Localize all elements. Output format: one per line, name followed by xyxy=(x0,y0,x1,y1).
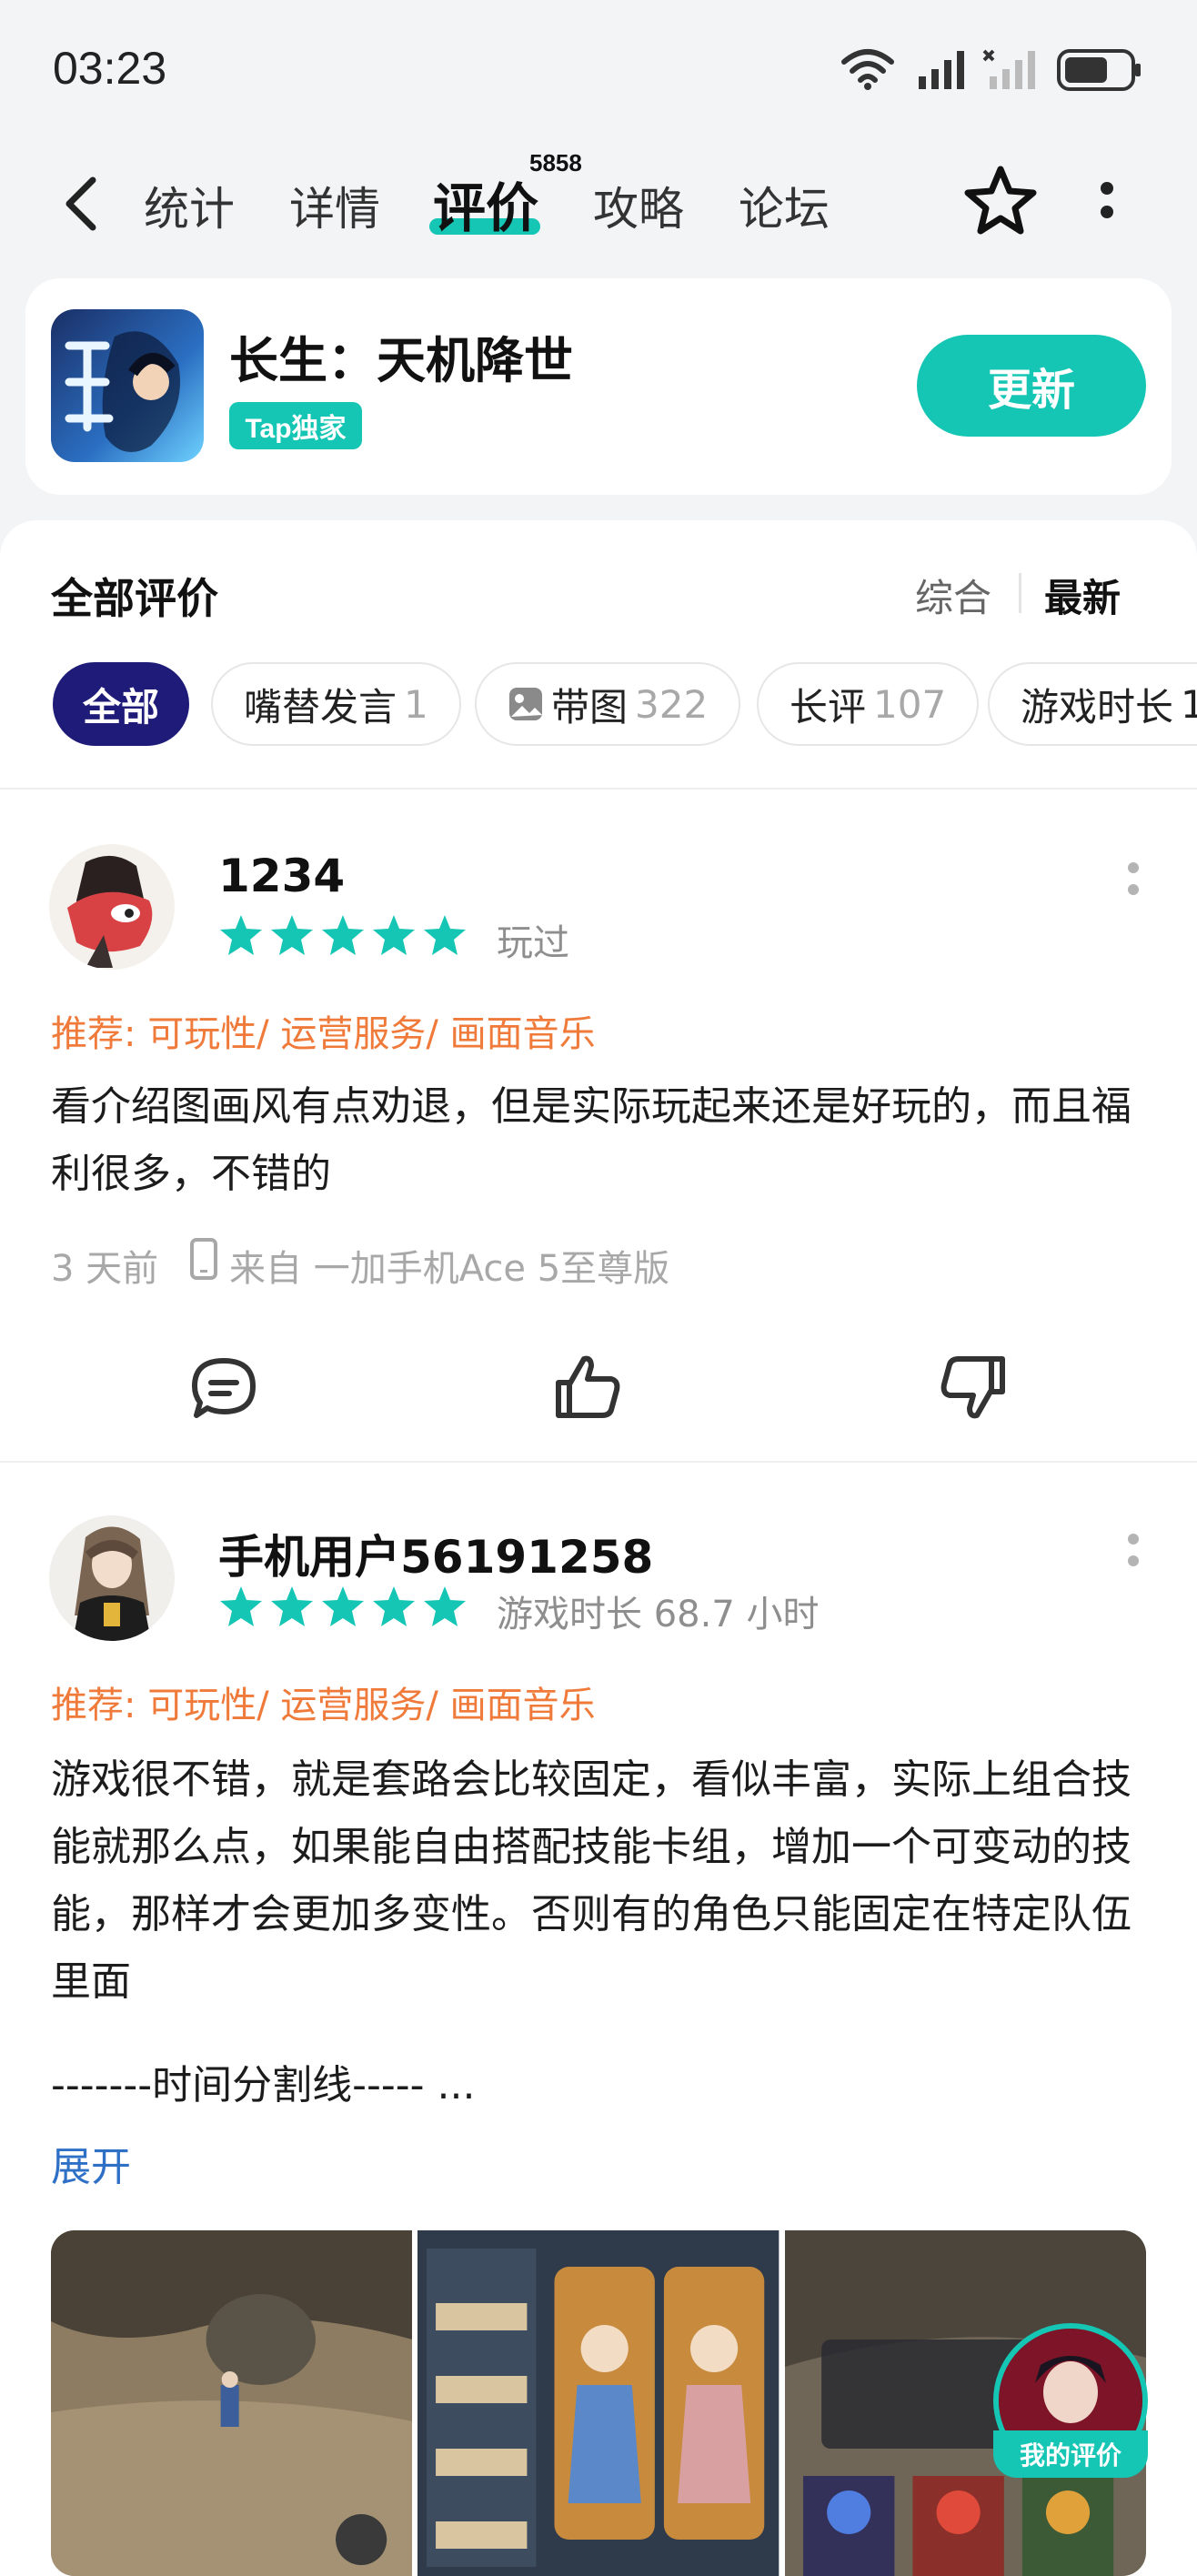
filter-label: 带图 xyxy=(551,684,629,730)
filter-label: 长评 xyxy=(790,684,867,730)
rating-stars xyxy=(218,913,468,961)
star-icon xyxy=(422,1585,468,1632)
review-image[interactable] xyxy=(51,2230,413,2576)
avatar[interactable] xyxy=(49,844,175,970)
phone-icon xyxy=(189,1237,218,1284)
tab-details[interactable]: 详情 xyxy=(289,173,380,238)
battery-icon xyxy=(1057,49,1142,95)
my-review-label[interactable]: 我的评价 xyxy=(993,2430,1148,2478)
back-icon[interactable] xyxy=(60,175,102,236)
review-divider xyxy=(0,1461,1197,1463)
status-time: 03:23 xyxy=(53,43,167,94)
wifi-icon xyxy=(840,47,895,95)
star-icon xyxy=(320,913,366,961)
section-title: 全部评价 xyxy=(51,574,218,623)
star-icon xyxy=(269,913,315,961)
sort-comprehensive[interactable]: 综合 xyxy=(915,568,991,623)
filter-count: 1 xyxy=(404,681,428,727)
review-images[interactable] xyxy=(51,2230,1146,2576)
review-device: 来自 一加手机Ace 5至尊版 xyxy=(229,1248,670,1290)
star-icon xyxy=(269,1585,315,1632)
review-text[interactable]: 游戏很不错，就是套路会比较固定，看似丰富，实际上组合技能就那么点，如果能自由搭配… xyxy=(51,1746,1152,2016)
play-duration: 游戏时长 68.7 小时 xyxy=(497,1594,820,1635)
rating-stars xyxy=(218,1585,468,1632)
star-icon xyxy=(371,913,417,961)
filter-chip-playtime[interactable]: 游戏时长 1 xyxy=(988,662,1197,746)
tab-stats[interactable]: 统计 xyxy=(144,173,235,238)
more-options-icon[interactable] xyxy=(1101,182,1113,229)
avatar[interactable] xyxy=(49,1515,175,1641)
expand-link[interactable]: 展开 xyxy=(51,2134,131,2192)
filter-count: 322 xyxy=(635,681,709,727)
image-icon xyxy=(508,686,544,722)
review-time: 3 天前 xyxy=(51,1248,159,1290)
review-more-icon[interactable] xyxy=(1128,1534,1139,1577)
filter-chip-with-images[interactable]: 带图 322 xyxy=(475,662,741,746)
game-icon xyxy=(51,309,204,462)
thumbs-down-icon[interactable] xyxy=(937,1352,1010,1428)
filter-label: 全部 xyxy=(82,684,159,730)
review-count-badge: 5858 xyxy=(529,149,582,176)
filter-count: 1 xyxy=(1181,681,1197,727)
favorite-star-icon[interactable] xyxy=(962,162,1039,242)
star-icon xyxy=(422,913,468,961)
review-divider-line: -------时间分割线----- ... xyxy=(51,2062,476,2108)
filter-chip-long-review[interactable]: 长评 107 xyxy=(757,662,980,746)
game-title: 长生：天机降世 xyxy=(229,332,573,389)
update-button[interactable]: 更新 xyxy=(917,335,1146,437)
review-text[interactable]: 看介绍图画风有点劝退，但是实际玩起来还是好玩的，而且福利很多，不错的 xyxy=(51,1073,1152,1208)
tab-guides[interactable]: 攻略 xyxy=(593,173,684,238)
filter-chip-all[interactable]: 全部 xyxy=(53,662,189,746)
sort-divider xyxy=(1019,573,1021,613)
filter-label: 游戏时长 xyxy=(1021,684,1174,730)
recommend-tags: 推荐: 可玩性/ 运营服务/ 画面音乐 xyxy=(51,1013,596,1055)
comment-icon[interactable] xyxy=(189,1355,258,1426)
recommend-tags: 推荐: 可玩性/ 运营服务/ 画面音乐 xyxy=(51,1685,596,1726)
thumbs-up-icon[interactable] xyxy=(551,1350,624,1426)
star-icon xyxy=(218,1585,264,1632)
review-image[interactable] xyxy=(417,2230,780,2576)
star-icon xyxy=(371,1585,417,1632)
sort-latest[interactable]: 最新 xyxy=(1044,568,1121,623)
review-username[interactable]: 手机用户56191258 xyxy=(218,1521,653,1586)
review-username[interactable]: 1234 xyxy=(218,850,345,902)
filter-chip-mouthpiece[interactable]: 嘴替发言 1 xyxy=(211,662,461,746)
tap-exclusive-badge: Tap独家 xyxy=(229,402,362,449)
star-icon xyxy=(320,1585,366,1632)
filter-count: 107 xyxy=(873,681,947,727)
tab-forum[interactable]: 论坛 xyxy=(739,173,830,238)
play-status: 玩过 xyxy=(497,922,569,964)
star-icon xyxy=(218,913,264,961)
signal-no-service-icon xyxy=(982,49,1039,93)
filter-label: 嘴替发言 xyxy=(244,684,397,730)
signal-icon xyxy=(917,49,968,93)
tab-reviews[interactable]: 评价 xyxy=(433,166,538,242)
section-divider xyxy=(0,788,1197,790)
review-more-icon[interactable] xyxy=(1128,862,1139,906)
